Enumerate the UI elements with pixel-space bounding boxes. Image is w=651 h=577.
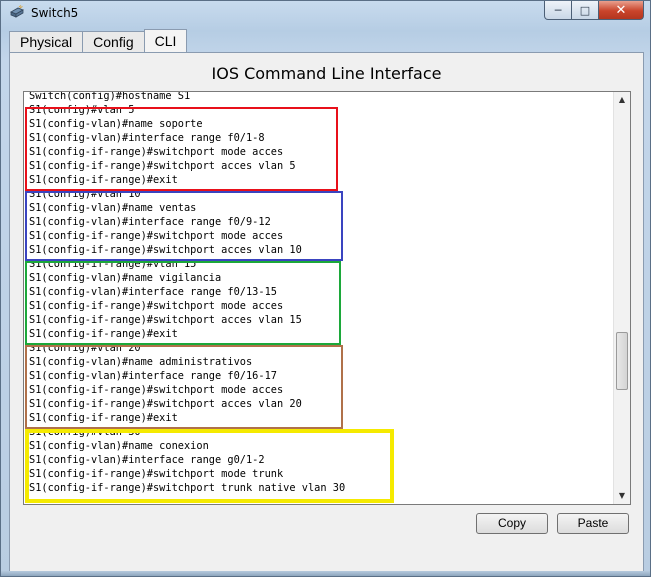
maximize-icon: □	[579, 3, 591, 17]
tab-config[interactable]: Config	[82, 31, 145, 53]
highlight-box-vlan30	[25, 429, 394, 503]
paste-button[interactable]: Paste	[557, 513, 629, 534]
tab-physical[interactable]: Physical	[9, 31, 84, 53]
copy-button[interactable]: Copy	[476, 513, 548, 534]
close-button[interactable]: ✕	[598, 1, 644, 20]
switch-icon	[9, 5, 25, 21]
highlight-box-vlan15	[25, 261, 341, 345]
tab-bar: Physical Config CLI	[9, 29, 188, 53]
minimize-icon: ─	[554, 3, 562, 17]
close-icon: ✕	[615, 2, 627, 18]
arrow-down-icon[interactable]: ▼	[614, 488, 630, 504]
terminal-scrollbar[interactable]: ▲ ▼	[613, 92, 630, 504]
minimize-button[interactable]: ─	[544, 1, 572, 20]
cli-heading: IOS Command Line Interface	[211, 64, 442, 83]
highlight-box-vlan10	[25, 191, 343, 261]
scrollbar-thumb[interactable]	[616, 332, 628, 390]
terminal-line: Switch(config)#hostname S1	[29, 91, 191, 102]
tab-cli[interactable]: CLI	[143, 29, 188, 53]
maximize-button[interactable]: □	[571, 1, 599, 20]
highlight-box-vlan20	[25, 345, 343, 429]
highlight-box-vlan5	[25, 107, 338, 191]
window-controls: ─ □ ✕	[544, 1, 644, 21]
cli-terminal[interactable]: Switch(config)#hostname S1 S1(config)#vla…	[23, 91, 631, 505]
arrow-up-icon[interactable]: ▲	[614, 92, 630, 108]
title-bar[interactable]: Switch5 ─ □ ✕	[1, 1, 650, 27]
window-bottom-border	[1, 571, 650, 576]
cli-panel: IOS Command Line Interface Switch(config…	[9, 52, 644, 572]
app-window: Switch5 ─ □ ✕ Physical Config CLI IOS Co…	[0, 0, 651, 577]
window-title: Switch5	[31, 6, 79, 20]
